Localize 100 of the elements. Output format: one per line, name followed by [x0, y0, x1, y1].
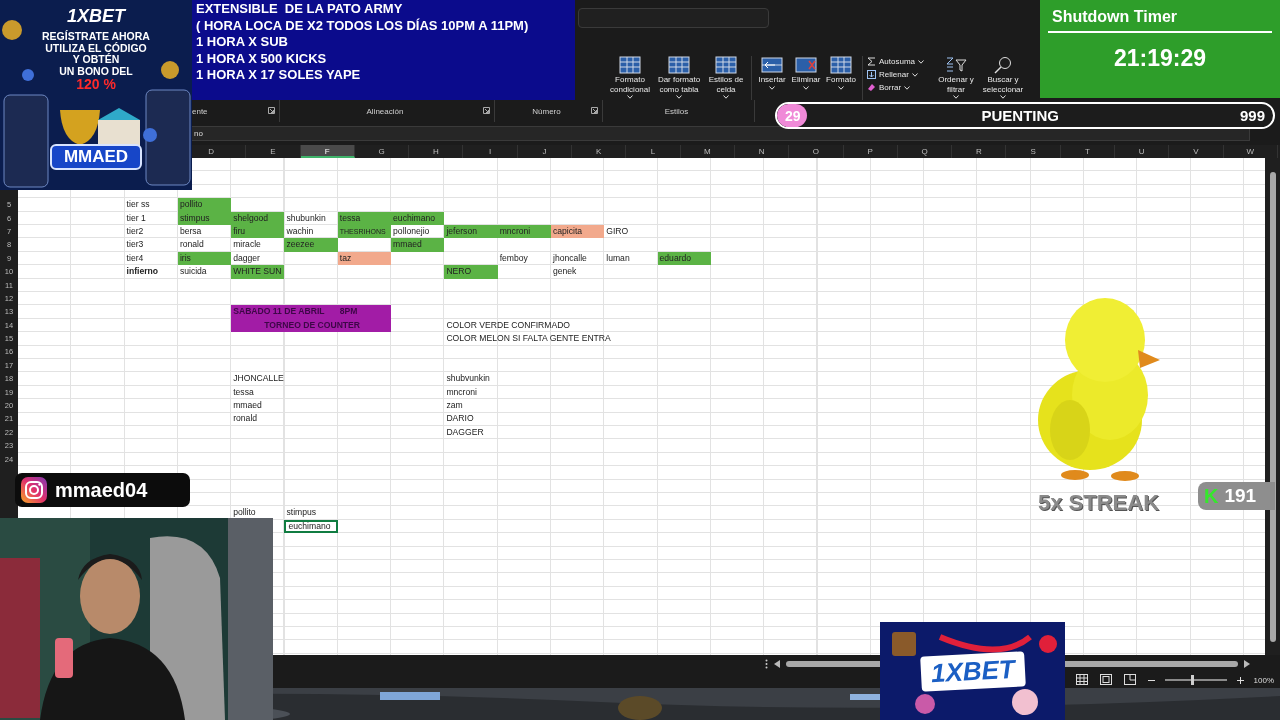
dialog-launcher-icon[interactable]: [591, 107, 598, 114]
caret-icon: [676, 95, 682, 99]
search-icon: [992, 56, 1014, 74]
caret-icon: [1000, 95, 1006, 99]
table-cell: pollito: [177, 198, 232, 212]
cell-text: DAGGER: [446, 426, 484, 437]
ribbon-button[interactable]: Buscar y seleccionar: [979, 50, 1027, 99]
announcement-text: 1 HORA X 500 KICKS: [196, 50, 328, 67]
timer-title: Shutdown Timer: [1051, 8, 1179, 26]
cell-text: femboy: [499, 252, 528, 263]
promo-text: Y OBTÉN: [72, 54, 120, 66]
announcement-text: 1 HORA X SUB: [196, 34, 289, 51]
ribbon-button[interactable]: Rellenar: [867, 69, 933, 80]
search-field[interactable]: [578, 8, 769, 28]
table-cell: euchimano: [284, 519, 338, 533]
view-button[interactable]: [1075, 674, 1090, 686]
cell-text: genek: [552, 266, 577, 277]
cell-text: COLOR VERDE CONFIRMADO: [446, 319, 571, 330]
ribbon-button[interactable]: Eliminar: [790, 50, 822, 90]
sort-filter-icon: [945, 56, 967, 74]
promo-code: MMAED: [49, 144, 143, 170]
table-cell: zeezee: [284, 238, 338, 252]
cell-text: pollito: [233, 507, 256, 518]
page-break-icon: [1123, 674, 1136, 685]
table-cell: eduardo: [657, 251, 711, 266]
sigma-icon: [867, 57, 876, 66]
caret-icon: [918, 59, 925, 64]
group-label: Estilos: [664, 106, 689, 116]
table-cell: iris: [177, 251, 232, 266]
ribbon-button[interactable]: Autosuma: [867, 56, 933, 67]
caret-icon: [838, 85, 844, 90]
cell-text: jhoncalle: [552, 252, 587, 263]
brand-logo: 1XBET: [67, 6, 125, 27]
ribbon-button[interactable]: Borrar: [867, 82, 933, 93]
caret-icon: [769, 85, 775, 90]
grid-view-icon: [1075, 674, 1088, 685]
scroll-right-icon[interactable]: [1244, 659, 1250, 668]
dialog-launcher-icon[interactable]: [268, 107, 275, 114]
ribbon-button[interactable]: Ordenar y filtrar: [935, 50, 977, 99]
cell-text: shubunkin: [286, 212, 326, 223]
view-button[interactable]: [1099, 674, 1114, 686]
promo-text: UTILIZA EL CÓDIGO: [45, 42, 147, 54]
bonus-text: 120 %: [76, 77, 116, 92]
cell-text: suicida: [179, 266, 207, 277]
scroll-left-icon[interactable]: [774, 659, 780, 668]
timer-value: 21:19:29: [1112, 45, 1208, 72]
kick-mark: K: [1204, 484, 1219, 508]
delete-rows-icon: [795, 56, 817, 74]
column-header[interactable]: F: [300, 145, 355, 158]
table-cell: taz: [337, 251, 392, 266]
promo-text: REGÍSTRATE AHORA: [42, 31, 150, 42]
table-cell: euchimano: [391, 211, 445, 225]
cell-text: dagger: [233, 252, 260, 263]
caret-icon: [627, 95, 633, 99]
group-label: Alineación: [366, 106, 404, 116]
cell-text: zam: [446, 400, 463, 411]
cell-text: JHONCALLE: [233, 373, 284, 384]
announcement-text: ( HORA LOCA DE X2 TODOS LOS DÍAS 10PM A 11PM): [196, 17, 530, 34]
cell-text: tier ss: [126, 199, 150, 210]
cell-text: ronald: [233, 413, 258, 424]
cell-text: pollonejio: [393, 225, 430, 236]
view-button[interactable]: [1123, 674, 1138, 686]
table-icon: [619, 56, 641, 74]
goal-count: 29: [785, 107, 801, 124]
cell-text: mmaed: [233, 400, 262, 411]
caret-icon: [803, 85, 809, 90]
cell-text: COLOR MELON SI FALTA GENTE ENTRA: [446, 333, 611, 344]
cell-text: GIRO: [606, 225, 629, 236]
caret-icon: [723, 95, 729, 99]
cell-text: tier4: [126, 252, 144, 263]
cell-text: wachin: [286, 225, 314, 236]
follower-count: 191: [1224, 485, 1257, 507]
table-cell: shelgood: [231, 211, 285, 225]
ribbon-button[interactable]: Formato condicional: [607, 50, 653, 99]
cell-text: mncroni: [446, 386, 477, 397]
table-cell: mncroni: [497, 224, 551, 239]
table-cell: 8PM: [337, 305, 392, 319]
caret-icon: [953, 95, 959, 99]
ribbon-button[interactable]: Formato: [824, 50, 858, 90]
cell-text: shubvunkin: [446, 373, 490, 384]
scrollbar-thumb[interactable]: [1269, 172, 1276, 642]
more-options-icon[interactable]: [765, 658, 768, 669]
fill-down-icon: [867, 70, 876, 79]
cell-text: bersa: [179, 225, 202, 236]
ribbon-button[interactable]: Dar formato como tabla: [655, 50, 703, 99]
dialog-launcher-icon[interactable]: [483, 107, 490, 114]
zoom-in-icon[interactable]: [1236, 676, 1244, 684]
cell-text: DARIO: [446, 413, 474, 424]
table-cell: capicita: [550, 224, 605, 239]
table-icon: [668, 56, 690, 74]
caret-icon: [904, 85, 911, 90]
ribbon-button[interactable]: Estilos de celda: [705, 50, 747, 99]
page-layout-icon: [1099, 674, 1112, 685]
zoom-slider-thumb[interactable]: [1190, 675, 1194, 685]
group-label: Número: [532, 106, 561, 116]
announcement-text: 1 HORA X 17 SOLES YAPE: [196, 67, 362, 84]
ribbon-button[interactable]: Insertar: [756, 50, 788, 90]
insert-rows-icon: [761, 56, 783, 74]
table-cell: WHITE SUN: [231, 265, 285, 279]
cell-text: tier2: [126, 225, 144, 236]
